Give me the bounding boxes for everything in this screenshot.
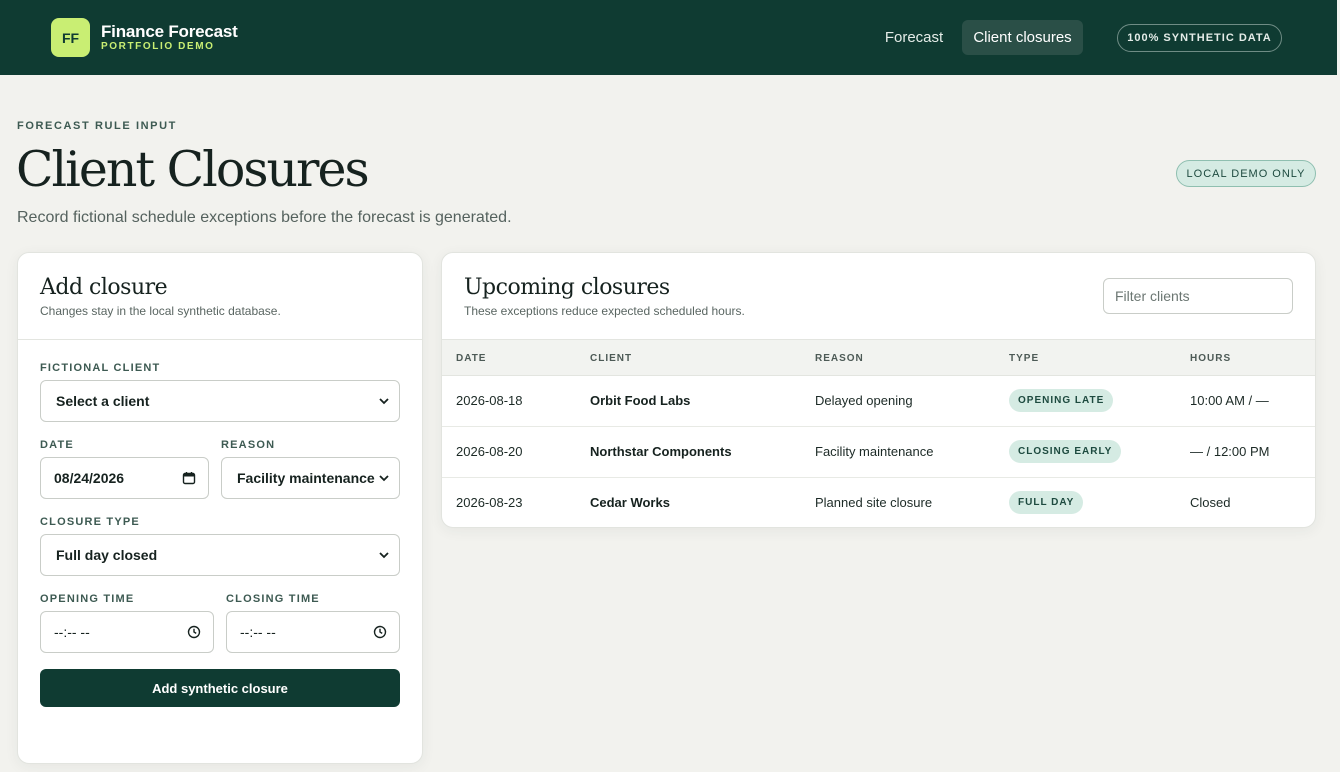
client-field-label: FICTIONAL CLIENT [40,362,161,374]
closure-type-badge: OPENING LATE [1009,389,1114,412]
closure-type-field-label: CLOSURE TYPE [40,516,140,528]
clock-icon[interactable] [373,625,387,639]
table-row[interactable]: 2026-08-18 Orbit Food Labs Delayed openi… [442,376,1315,427]
row-hours: — / 12:00 PM [1190,444,1270,459]
logo[interactable]: FF [51,18,90,57]
row-client: Orbit Food Labs [590,393,691,408]
row-date: 2026-08-20 [456,444,523,459]
opening-time-input[interactable]: --:-- -- [40,611,214,653]
closure-type-select-value: Full day closed [56,547,158,563]
clock-icon[interactable] [187,625,201,639]
local-demo-badge: LOCAL DEMO ONLY [1176,160,1316,187]
page-eyebrow: FORECAST RULE INPUT [17,120,177,132]
date-field-label: DATE [40,439,74,451]
upcoming-closures-card: Upcoming closures These exceptions reduc… [441,252,1316,528]
client-select-value: Select a client [56,393,150,409]
column-header-type: TYPE [1009,353,1040,364]
reason-select[interactable]: Facility maintenance [221,457,400,499]
row-hours: Closed [1190,495,1231,510]
row-client: Northstar Components [590,444,732,459]
nav-forecast-link[interactable]: Forecast [872,20,956,55]
column-header-hours: HOURS [1190,353,1232,364]
table-header: DATE CLIENT REASON TYPE HOURS [442,339,1315,376]
closure-type-select[interactable]: Full day closed [40,534,400,576]
column-header-client: CLIENT [590,353,633,364]
add-closure-card: Add closure Changes stay in the local sy… [17,252,423,764]
page-title: Client Closures [16,141,370,198]
filter-clients-input[interactable] [1103,278,1293,314]
reason-select-value: Facility maintenance [237,470,375,486]
add-closure-subtitle: Changes stay in the local synthetic data… [40,304,281,318]
closing-time-input[interactable]: --:-- -- [226,611,400,653]
table-row[interactable]: 2026-08-23 Cedar Works Planned site clos… [442,478,1315,527]
page-subtitle: Record fictional schedule exceptions bef… [17,209,512,226]
column-header-reason: REASON [815,353,864,364]
row-date: 2026-08-18 [456,393,523,408]
row-client: Cedar Works [590,495,670,510]
brand-name: Finance Forecast [101,22,238,41]
brand-subtitle: PORTFOLIO DEMO [101,41,215,52]
chevron-down-icon [379,552,389,559]
add-synthetic-closure-button[interactable]: Add synthetic closure [40,669,400,707]
row-reason: Delayed opening [815,393,913,408]
chevron-down-icon [379,398,389,405]
closure-type-badge: FULL DAY [1009,491,1084,514]
upcoming-closures-title: Upcoming closures [464,275,670,300]
nav-client-closures-link[interactable]: Client closures [962,20,1083,55]
row-hours: 10:00 AM / — [1190,393,1269,408]
upcoming-closures-subtitle: These exceptions reduce expected schedul… [464,304,745,318]
closing-time-field-label: CLOSING TIME [226,593,320,605]
date-input[interactable]: 08/24/2026 [40,457,209,499]
card-divider [18,339,422,340]
row-reason: Facility maintenance [815,444,934,459]
add-closure-title: Add closure [40,275,168,300]
closing-time-value: --:-- -- [240,624,276,640]
row-reason: Planned site closure [815,495,933,510]
date-input-value: 08/24/2026 [54,470,125,486]
row-date: 2026-08-23 [456,495,523,510]
opening-time-value: --:-- -- [54,624,90,640]
synthetic-data-badge: 100% SYNTHETIC DATA [1117,24,1282,52]
column-header-date: DATE [456,353,487,364]
table-row[interactable]: 2026-08-20 Northstar Components Facility… [442,427,1315,478]
calendar-icon[interactable] [182,471,196,485]
chevron-down-icon [379,475,389,482]
opening-time-field-label: OPENING TIME [40,593,135,605]
client-select[interactable]: Select a client [40,380,400,422]
reason-field-label: REASON [221,439,276,451]
top-navigation-bar: FF Finance Forecast PORTFOLIO DEMO Forec… [0,0,1337,75]
closure-type-badge: CLOSING EARLY [1009,440,1122,463]
